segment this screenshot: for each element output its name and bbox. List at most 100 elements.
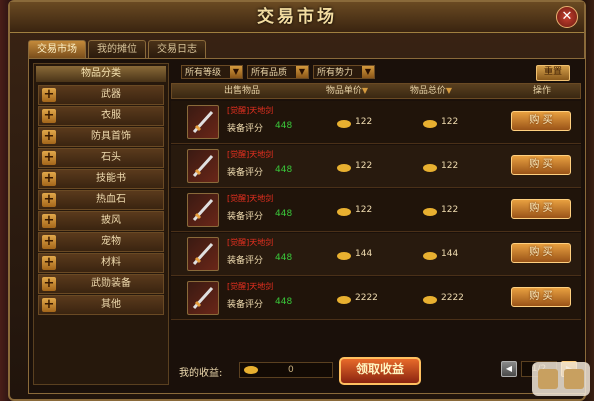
- buy-button[interactable]: 购 买: [511, 155, 571, 175]
- item-name: [觉醒]天地剑: [227, 282, 274, 291]
- score-label: 装备评分: [227, 124, 264, 134]
- buy-button[interactable]: 购 买: [511, 199, 571, 219]
- faction-filter-value: 所有势力: [317, 68, 354, 78]
- category-item-clothes[interactable]: + 衣服: [38, 106, 164, 126]
- category-item-skill-book[interactable]: + 技能书: [38, 169, 164, 189]
- sword-icon[interactable]: [187, 149, 219, 183]
- score-label: 装备评分: [227, 256, 264, 266]
- item-name: [觉醒]天地剑: [227, 150, 274, 159]
- chevron-down-icon: ▼: [362, 66, 374, 78]
- gold-ingot-icon: [337, 120, 351, 128]
- category-label: 披风: [101, 215, 121, 226]
- category-label: 防具首饰: [91, 131, 131, 142]
- category-item-material[interactable]: + 材料: [38, 253, 164, 273]
- gold-ingot-icon: [423, 208, 437, 216]
- table-row: [觉醒]天地剑 装备评分 448 122 122 购 买: [171, 101, 581, 144]
- chevron-down-icon: ▼: [230, 66, 242, 78]
- bottom-bar: 我的收益: 0 领取收益 ◀ 1/2 ▶: [171, 357, 581, 385]
- quality-filter-value: 所有品质: [251, 68, 288, 78]
- category-label: 材料: [101, 257, 121, 268]
- trade-market-window: 交易市场 ✕ 交易市场 我的摊位 交易日志 物品分类 + 武器 + 衣服 + 防具首饰…: [8, 0, 586, 401]
- reset-button[interactable]: 重置: [536, 65, 570, 81]
- level-filter-select[interactable]: 所有等级 ▼: [181, 65, 243, 79]
- gold-ingot-icon: [244, 366, 258, 374]
- gold-ingot-icon: [337, 164, 351, 172]
- unit-price: 144: [355, 249, 373, 259]
- sword-icon[interactable]: [187, 193, 219, 227]
- table-row: [觉醒]天地剑 装备评分 448 122 122 购 买: [171, 145, 581, 188]
- plus-icon: +: [42, 150, 56, 165]
- earnings-value: 0: [288, 365, 294, 375]
- score-value: 448: [275, 121, 293, 131]
- category-item-blood-stone[interactable]: + 热血石: [38, 190, 164, 210]
- tab-my-stall[interactable]: 我的摊位: [88, 40, 146, 58]
- category-label: 宠物: [101, 236, 121, 247]
- faction-filter-select[interactable]: 所有势力 ▼: [313, 65, 375, 79]
- plus-icon: +: [42, 276, 56, 291]
- plus-icon: +: [42, 234, 56, 249]
- score-value: 448: [275, 297, 293, 307]
- category-label: 石头: [101, 152, 121, 163]
- score-value: 448: [275, 209, 293, 219]
- category-item-other[interactable]: + 其他: [38, 295, 164, 315]
- buy-button[interactable]: 购 买: [511, 111, 571, 131]
- earnings-label: 我的收益:: [179, 368, 223, 379]
- close-icon[interactable]: ✕: [556, 6, 578, 28]
- category-item-stone[interactable]: + 石头: [38, 148, 164, 168]
- category-item-pet[interactable]: + 宠物: [38, 232, 164, 252]
- title-bar: 交易市场 ✕: [10, 2, 584, 33]
- sort-arrow-icon: ▼: [361, 86, 369, 95]
- score-value: 448: [275, 165, 293, 175]
- score-label: 装备评分: [227, 212, 264, 222]
- sword-icon[interactable]: [187, 281, 219, 315]
- category-label: 武器: [101, 89, 121, 100]
- unit-price: 122: [355, 117, 373, 127]
- total-price: 122: [441, 117, 459, 127]
- sword-icon[interactable]: [187, 237, 219, 271]
- category-item-weapon[interactable]: + 武器: [38, 85, 164, 105]
- content-panel: 物品分类 + 武器 + 衣服 + 防具首饰 + 石头 + 技能书 + 热血石 + 披风 + 宠物…: [28, 58, 586, 394]
- category-item-armor[interactable]: + 防具首饰: [38, 127, 164, 147]
- unit-price: 122: [355, 161, 373, 171]
- category-label: 衣服: [101, 110, 121, 121]
- gold-ingot-icon: [337, 252, 351, 260]
- watermark-logo: [532, 362, 590, 396]
- category-item-merit-gear[interactable]: + 武勋装备: [38, 274, 164, 294]
- gold-ingot-icon: [423, 120, 437, 128]
- plus-icon: +: [42, 255, 56, 270]
- sword-icon[interactable]: [187, 105, 219, 139]
- quality-filter-select[interactable]: 所有品质 ▼: [247, 65, 309, 79]
- category-item-cloak[interactable]: + 披风: [38, 211, 164, 231]
- prev-page-icon[interactable]: ◀: [501, 361, 517, 377]
- total-price: 2222: [441, 293, 464, 303]
- table-row: [觉醒]天地剑 装备评分 448 122 122 购 买: [171, 189, 581, 232]
- sort-arrow-icon: ▼: [445, 86, 453, 95]
- score-label: 装备评分: [227, 300, 264, 310]
- buy-button[interactable]: 购 买: [511, 287, 571, 307]
- header-action: 操作: [532, 86, 551, 96]
- unit-price: 122: [355, 205, 373, 215]
- buy-button[interactable]: 购 买: [511, 243, 571, 263]
- category-label: 热血石: [96, 194, 126, 205]
- score-value: 448: [275, 253, 293, 263]
- gold-ingot-icon: [423, 164, 437, 172]
- gold-ingot-icon: [337, 296, 351, 304]
- category-header: 物品分类: [36, 66, 166, 82]
- total-price: 144: [441, 249, 459, 259]
- chevron-down-icon: ▼: [296, 66, 308, 78]
- gold-ingot-icon: [337, 208, 351, 216]
- category-label: 武勋装备: [91, 278, 131, 289]
- tab-trade-market[interactable]: 交易市场: [28, 40, 86, 58]
- header-total-price[interactable]: 物品总价▼: [406, 84, 456, 98]
- tab-trade-log[interactable]: 交易日志: [148, 40, 206, 58]
- plus-icon: +: [42, 129, 56, 144]
- header-unit-price[interactable]: 物品单价▼: [322, 84, 372, 98]
- item-name: [觉醒]天地剑: [227, 106, 274, 115]
- header-item: 出售物品: [223, 86, 260, 96]
- total-price: 122: [441, 205, 459, 215]
- category-panel: 物品分类 + 武器 + 衣服 + 防具首饰 + 石头 + 技能书 + 热血石 + 披风 + 宠物…: [33, 63, 169, 385]
- earnings-field: 0: [239, 362, 333, 378]
- gold-ingot-icon: [423, 252, 437, 260]
- plus-icon: +: [42, 171, 56, 186]
- collect-earnings-button[interactable]: 领取收益: [339, 357, 421, 385]
